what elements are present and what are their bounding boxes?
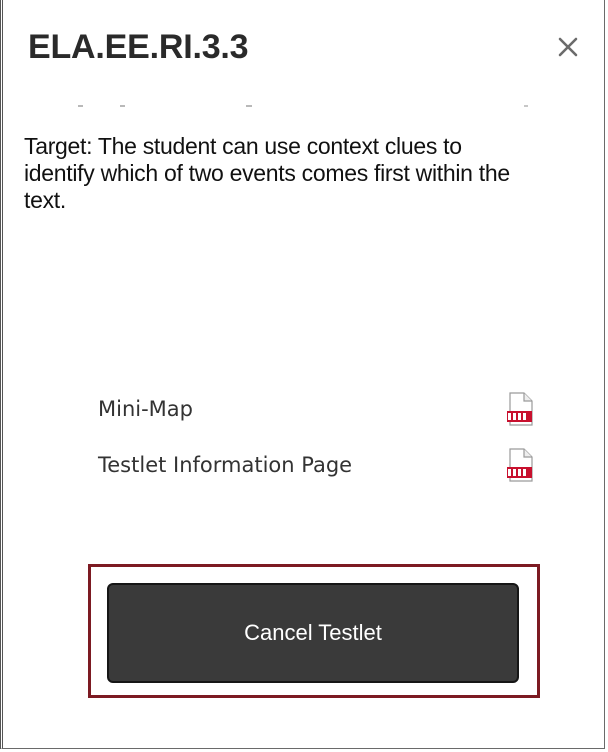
mini-map-link[interactable]: Mini-Map [98, 397, 193, 421]
cancel-testlet-button[interactable]: Cancel Testlet [107, 583, 519, 683]
testlet-information-link[interactable]: Testlet Information Page [98, 453, 352, 477]
pdf-icon[interactable] [502, 445, 538, 485]
close-icon[interactable] [551, 30, 585, 64]
dialog-title: ELA.EE.RI.3.3 [28, 28, 249, 66]
document-row-mini-map: Mini-Map [98, 389, 538, 429]
target-description: Target: The student can use context clue… [24, 133, 510, 213]
pdf-icon[interactable] [502, 389, 538, 429]
document-row-testlet-info: Testlet Information Page [98, 445, 538, 485]
divider [0, 96, 600, 107]
